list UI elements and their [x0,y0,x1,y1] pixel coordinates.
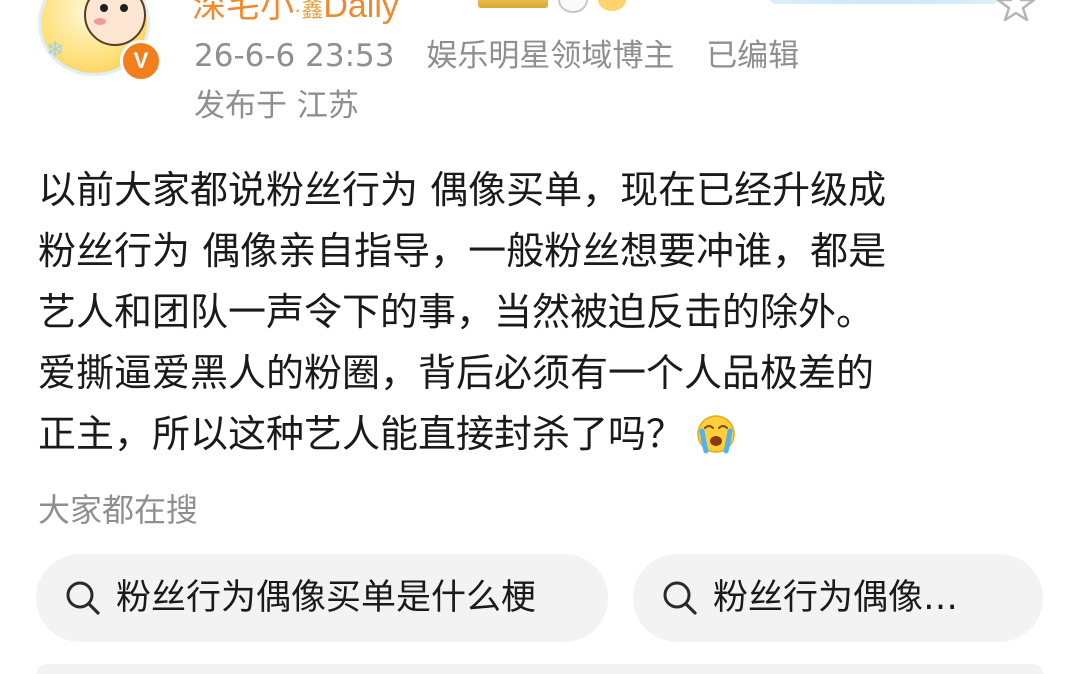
ring-badge-icon [558,0,588,13]
user-badges [478,0,626,13]
search-icon [663,581,697,615]
search-chip[interactable]: 粉丝行为偶像… [633,554,1043,642]
search-chip-label: 粉丝行为偶像… [713,578,959,618]
crying-face-icon [697,414,735,453]
trending-search-title: 大家都在搜 [38,491,199,529]
username-main: 深宅小 [192,0,294,25]
post-line: 艺人和团队一声令下的事，当然被迫反击的除外。 [38,290,875,334]
avatar[interactable]: ❄ V [30,0,162,82]
username-suffix: Daily [323,0,399,25]
verified-badge: V [120,40,162,82]
decoration-banner [770,0,998,4]
author-role: 娱乐明星领域博主 [426,38,675,74]
next-card-edge [36,664,1044,674]
username[interactable]: 深宅小·鑫Daily [192,0,399,32]
post-body: 以前大家都说粉丝行为 偶像买单，现在已经升级成 粉丝行为 偶像亲自指导，一般粉丝… [38,160,1048,465]
username-sep: ·鑫 [294,0,324,22]
post-line: 爱撕逼爱黑人的粉圈，背后必须有一个人品极差的 [38,351,875,395]
weibo-post-screen: ❄ V 深宅小·鑫Daily 26-6-6 23:53 娱乐明星领域博主 已编辑… [0,0,1080,674]
avatar-eye-left [100,4,108,12]
edited-label[interactable]: 已编辑 [706,38,799,74]
post-meta: 26-6-6 23:53 娱乐明星领域博主 已编辑 [194,34,821,78]
avatar-blush [94,18,106,25]
search-chip-label: 粉丝行为偶像买单是什么梗 [116,578,537,618]
avatar-face [84,0,146,46]
post-location: 发布于 江苏 [194,88,359,124]
snowflake-icon: ❄ [46,38,65,63]
post-timestamp: 26-6-6 23:53 [194,38,395,74]
avatar-eye-right [120,4,128,12]
search-chip[interactable]: 粉丝行为偶像买单是什么梗 [36,554,608,642]
star-icon[interactable] [996,0,1036,22]
search-icon [66,581,100,615]
post-line-last: 正主，所以这种艺人能直接封杀了吗？ [38,404,1048,465]
post-line-text: 正主，所以这种艺人能直接封杀了吗？ [38,412,685,456]
sun-badge-icon [598,0,626,11]
post-line: 粉丝行为 偶像亲自指导，一般粉丝想要冲谁，都是 [38,229,887,273]
level-badge-icon [478,0,548,8]
post-line: 以前大家都说粉丝行为 偶像买单，现在已经升级成 [38,168,887,212]
